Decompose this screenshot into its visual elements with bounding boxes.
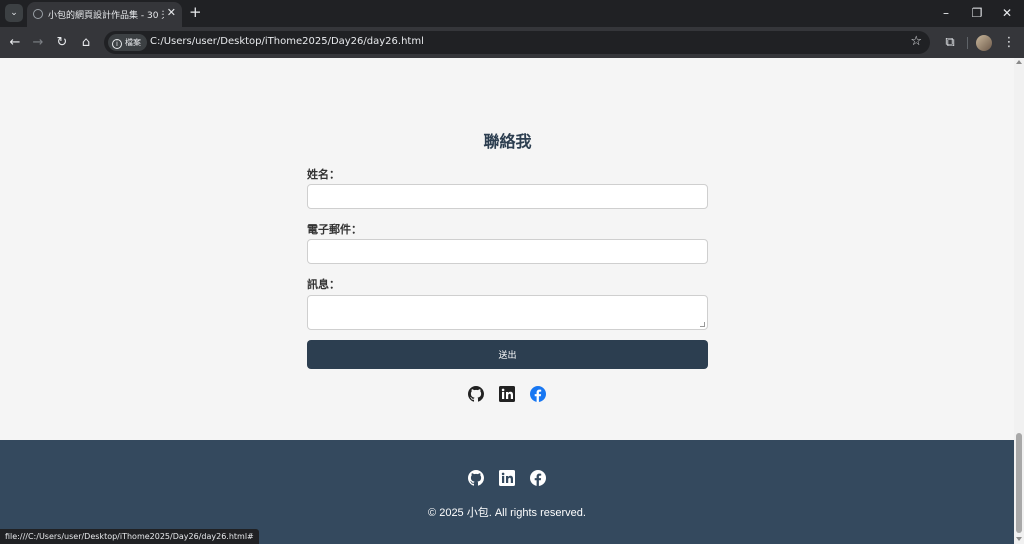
close-window-button[interactable]: ✕ — [997, 3, 1017, 23]
email-input[interactable] — [307, 239, 708, 264]
address-bar[interactable]: i 檔案 C:/Users/user/Desktop/iThome2025/Day… — [104, 31, 930, 54]
bookmark-star-icon[interactable]: ☆ — [910, 34, 922, 49]
contact-title: 聯絡我 — [483, 132, 532, 151]
tab-close-icon[interactable]: ✕ — [167, 6, 176, 19]
new-tab-button[interactable]: + — [189, 4, 202, 21]
tab-search-button[interactable]: ⌄ — [5, 4, 23, 22]
browser-toolbar: ← → ↻ ⌂ i 檔案 C:/Users/user/Desktop/iThome… — [0, 27, 1024, 58]
facebook-icon[interactable] — [530, 470, 546, 486]
name-input[interactable] — [307, 184, 708, 209]
linkedin-icon[interactable] — [499, 386, 515, 402]
toolbar-divider — [967, 37, 968, 49]
linkedin-icon[interactable] — [499, 470, 515, 486]
github-icon[interactable] — [468, 386, 484, 402]
page-viewport: 聯絡我 姓名： 電子郵件： 訊息： 送出 © 2025 小包. All righ… — [0, 58, 1014, 544]
footer-social-links — [468, 470, 546, 486]
reload-button[interactable]: ↻ — [52, 33, 72, 53]
site-info-chip[interactable]: i 檔案 — [108, 34, 147, 51]
site-info-label: 檔案 — [125, 38, 141, 47]
restore-button[interactable]: ❐ — [967, 3, 987, 23]
facebook-icon[interactable] — [530, 386, 546, 402]
tab-title: 小包的網頁設計作品集 - 30 天挑 — [48, 11, 164, 21]
forward-button[interactable]: → — [28, 33, 48, 53]
extensions-icon[interactable]: ⧉ — [940, 33, 960, 53]
message-label: 訊息： — [307, 278, 340, 291]
footer-copyright: © 2025 小包. All rights reserved. — [428, 507, 586, 519]
resize-handle-icon[interactable] — [700, 322, 705, 327]
active-tab[interactable]: 小包的網頁設計作品集 - 30 天挑 ✕ — [27, 2, 182, 27]
github-icon[interactable] — [468, 470, 484, 486]
page-scrollbar[interactable] — [1014, 58, 1024, 544]
info-icon: i — [112, 39, 122, 49]
scroll-down-arrow-icon[interactable] — [1016, 537, 1022, 541]
minimize-button[interactable]: – — [936, 3, 956, 23]
submit-button[interactable]: 送出 — [307, 340, 708, 369]
url-text[interactable]: C:/Users/user/Desktop/iThome2025/Day26/d… — [150, 36, 424, 47]
home-button[interactable]: ⌂ — [76, 33, 96, 53]
tab-strip: ⌄ 小包的網頁設計作品集 - 30 天挑 ✕ + – ❐ ✕ — [0, 0, 1024, 27]
contact-social-links — [468, 386, 546, 402]
back-button[interactable]: ← — [5, 33, 25, 53]
name-label: 姓名： — [307, 168, 340, 181]
profile-avatar[interactable] — [976, 35, 992, 51]
menu-kebab-icon[interactable]: ⋮ — [999, 33, 1019, 53]
email-label: 電子郵件： — [307, 223, 362, 236]
scrollbar-thumb[interactable] — [1016, 433, 1022, 533]
status-bar-url: file:///C:/Users/user/Desktop/iThome2025… — [0, 529, 259, 544]
tab-favicon-icon — [33, 9, 43, 19]
scroll-up-arrow-icon[interactable] — [1016, 60, 1022, 64]
message-textarea[interactable] — [307, 295, 708, 330]
